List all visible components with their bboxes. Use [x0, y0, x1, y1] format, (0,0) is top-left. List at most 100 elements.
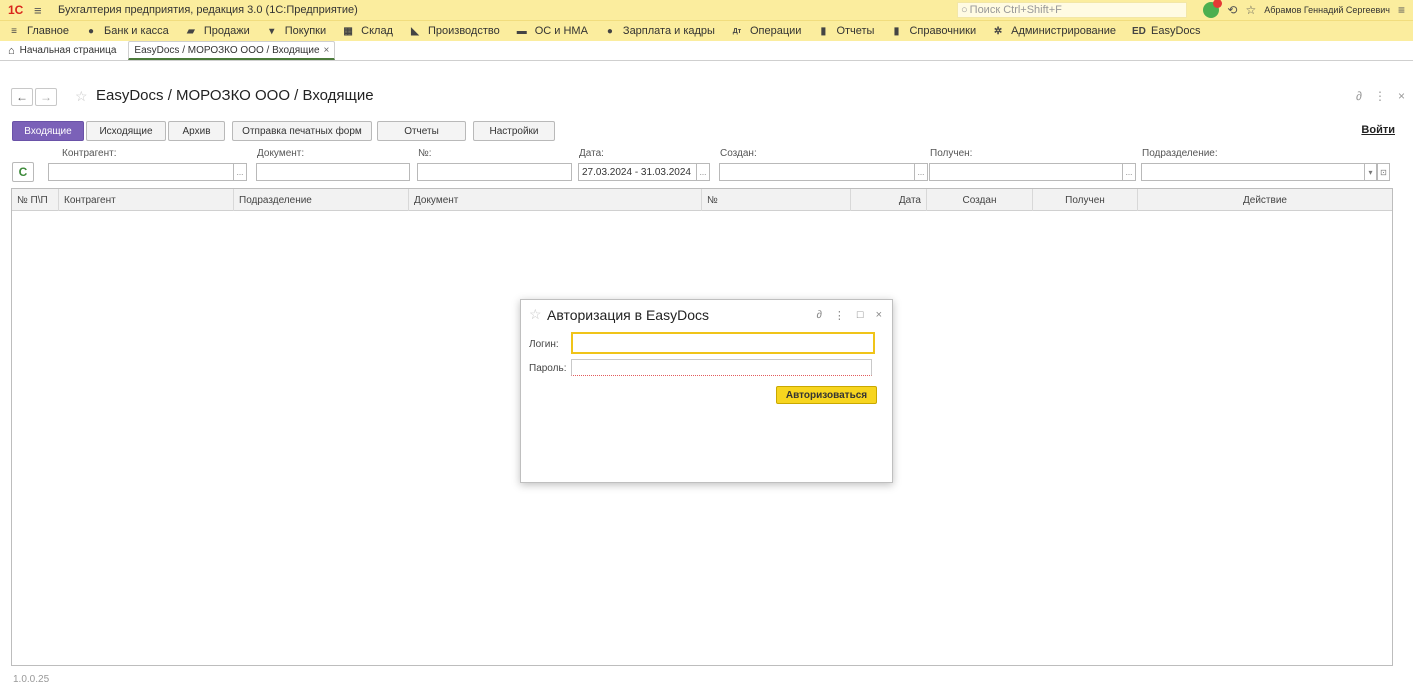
bag-icon: ▰ — [186, 25, 195, 37]
column-header-created[interactable]: Создан — [927, 189, 1033, 211]
password-label: Пароль: — [529, 363, 567, 374]
incoming-button[interactable]: Входящие — [12, 121, 84, 141]
filter-label-created: Создан: — [720, 148, 757, 159]
filter-label-document: Документ: — [257, 148, 305, 159]
department-filter-input[interactable] — [1141, 163, 1365, 181]
refresh-icon: C — [18, 165, 28, 179]
column-header-action[interactable]: Действие — [1138, 189, 1392, 211]
filter-label-number: №: — [418, 148, 432, 159]
chart-icon: ▮ — [820, 25, 827, 37]
tab-easydocs-incoming[interactable]: EasyDocs / МОРОЗКО ООО / Входящие × — [128, 41, 336, 60]
back-button[interactable]: ← — [11, 88, 33, 106]
notifications-icon[interactable] — [1203, 0, 1223, 18]
filter-label-received: Получен: — [930, 148, 973, 159]
dt-kt-icon: Дт — [732, 27, 742, 35]
close-icon[interactable]: × — [876, 309, 882, 322]
department-dropdown-button[interactable]: ▾ — [1365, 163, 1377, 181]
dialog-title: Авторизация в EasyDocs — [547, 307, 709, 323]
menu-item-easydocs[interactable]: ED EasyDocs — [1124, 25, 1209, 37]
factory-icon: ◣ — [411, 25, 419, 37]
book-icon: ▮ — [893, 25, 900, 37]
counterparty-filter-input[interactable] — [48, 163, 234, 181]
ruble-icon: ● — [88, 25, 95, 37]
settings-menu-icon[interactable]: ≡ — [1398, 3, 1405, 17]
date-select-button[interactable]: ... — [697, 163, 710, 181]
column-header-received[interactable]: Получен — [1033, 189, 1138, 211]
menu-item-reports[interactable]: ▮ Отчеты — [809, 25, 882, 37]
truck-icon: ▬ — [516, 25, 527, 37]
forward-button[interactable]: → — [35, 88, 57, 106]
link-icon[interactable]: ∂ — [1356, 89, 1362, 103]
menu-icon[interactable]: ≡ — [34, 4, 48, 17]
counterparty-select-button[interactable]: ... — [234, 163, 247, 181]
column-header-number[interactable]: № — [702, 189, 851, 211]
settings-button[interactable]: Настройки — [473, 121, 555, 141]
column-header-department[interactable]: Подразделение — [234, 189, 409, 211]
favorite-star-icon[interactable]: ☆ — [75, 88, 88, 105]
tab-home[interactable]: ⌂ Начальная страница — [0, 41, 124, 60]
warehouse-icon: ▦ — [343, 25, 353, 37]
archive-button[interactable]: Архив — [168, 121, 225, 141]
menu-item-purchases[interactable]: ▾ Покупки — [258, 25, 334, 37]
more-icon[interactable]: ⋮ — [834, 309, 845, 322]
number-filter-input[interactable] — [417, 163, 572, 181]
auth-dialog: ☆ Авторизация в EasyDocs ∂ ⋮ □ × Логин: … — [520, 299, 893, 483]
close-tab-icon[interactable]: × — [324, 45, 330, 56]
1c-logo: 1С — [8, 3, 24, 17]
document-filter-input[interactable] — [256, 163, 410, 181]
app-title: Бухгалтерия предприятия, редакция 3.0 (1… — [58, 4, 358, 16]
password-input[interactable] — [571, 359, 872, 376]
menu-item-admin[interactable]: ✲ Администрирование — [984, 25, 1124, 37]
search-icon: ○ — [961, 4, 968, 16]
filter-label-department: Подразделение: — [1142, 148, 1218, 159]
created-filter-input[interactable] — [719, 163, 915, 181]
menu-item-operations[interactable]: Дт Операции — [723, 25, 809, 37]
authorize-button[interactable]: Авторизоваться — [776, 386, 877, 404]
search-placeholder: Поиск Ctrl+Shift+F — [969, 4, 1062, 16]
ed-icon: ED — [1132, 25, 1146, 37]
filter-label-counterparty: Контрагент: — [62, 148, 117, 159]
received-select-button[interactable]: ... — [1123, 163, 1136, 181]
menu-item-catalogs[interactable]: ▮ Справочники — [882, 25, 984, 37]
login-input[interactable] — [571, 332, 875, 354]
menu-item-sales[interactable]: ▰ Продажи — [177, 25, 258, 37]
menu-item-warehouse[interactable]: ▦ Склад — [334, 25, 401, 37]
menu-item-salary[interactable]: ● Зарплата и кадры — [596, 25, 723, 37]
received-filter-input[interactable] — [929, 163, 1123, 181]
sections-menu: ≡ Главное ● Банк и касса ▰ Продажи ▾ Покупки… — [0, 20, 1413, 41]
link-icon[interactable]: ∂ — [816, 309, 821, 322]
column-header-date[interactable]: Дата — [851, 189, 927, 211]
menu-item-bank[interactable]: ● Банк и касса — [77, 25, 177, 37]
history-icon[interactable]: ⟲ — [1227, 3, 1237, 17]
refresh-button[interactable]: C — [12, 162, 34, 182]
outgoing-button[interactable]: Исходящие — [86, 121, 166, 141]
open-windows-bar: ⌂ Начальная страница EasyDocs / МОРОЗКО … — [0, 41, 1413, 61]
send-print-forms-button[interactable]: Отправка печатных форм — [232, 121, 372, 141]
filter-label-date: Дата: — [579, 148, 604, 159]
global-search-input[interactable]: ○ Поиск Ctrl+Shift+F — [957, 2, 1187, 18]
column-header-index[interactable]: № П\П — [12, 189, 59, 211]
login-link[interactable]: Войти — [1361, 124, 1395, 136]
date-filter-input[interactable]: 27.03.2024 - 31.03.2024 — [578, 163, 697, 181]
more-icon[interactable]: ⋮ — [1374, 89, 1386, 103]
column-header-counterparty[interactable]: Контрагент — [59, 189, 234, 211]
menu-item-production[interactable]: ◣ Производство — [401, 25, 508, 37]
version-label: 1.0.0.25 — [13, 674, 50, 685]
close-icon[interactable]: × — [1398, 89, 1405, 103]
department-open-button[interactable]: ⊡ — [1377, 163, 1390, 181]
form-title: EasyDocs / МОРОЗКО ООО / Входящие — [96, 87, 374, 104]
current-user[interactable]: Абрамов Геннадий Сергеевич — [1264, 5, 1390, 15]
menu-item-assets[interactable]: ▬ ОС и НМА — [508, 25, 596, 37]
menu-icon: ≡ — [11, 25, 17, 37]
favorite-star-icon[interactable]: ☆ — [529, 306, 542, 323]
home-icon: ⌂ — [8, 44, 15, 57]
title-bar: 1С ≡ Бухгалтерия предприятия, редакция 3… — [0, 0, 1413, 20]
column-header-document[interactable]: Документ — [409, 189, 702, 211]
menu-item-main[interactable]: ≡ Главное — [0, 25, 77, 37]
created-select-button[interactable]: ... — [915, 163, 928, 181]
maximize-icon[interactable]: □ — [857, 309, 864, 322]
favorites-star-icon[interactable]: ☆ — [1245, 3, 1256, 17]
reports-button[interactable]: Отчеты — [377, 121, 466, 141]
person-icon: ● — [606, 25, 613, 37]
table-header: № П\П Контрагент Подразделение Документ … — [12, 189, 1392, 211]
